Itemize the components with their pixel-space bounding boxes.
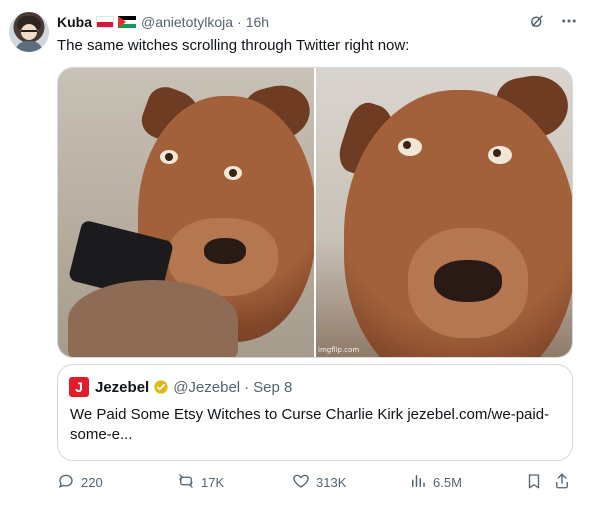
bookmark-button[interactable] — [525, 472, 543, 493]
dog-nose — [204, 238, 246, 264]
grok-icon[interactable] — [527, 11, 547, 31]
dog-eye-right — [488, 146, 512, 164]
reply-button[interactable]: 220 — [57, 472, 103, 493]
separator-dot: · — [244, 378, 250, 396]
quote-tweet[interactable]: J Jezebel @Jezebel · Sep 8 We Paid Some … — [57, 364, 573, 461]
tweet-text: The same witches scrolling through Twitt… — [57, 37, 410, 54]
reply-icon — [57, 472, 75, 493]
tweet[interactable]: Kuba @anietotylkoja · 16h The same witch… — [0, 0, 597, 516]
author-avatar[interactable] — [9, 12, 49, 52]
quote-author-name[interactable]: Jezebel — [95, 379, 149, 396]
tweet-timestamp[interactable]: 16h — [246, 14, 269, 30]
like-count: 313K — [316, 475, 347, 490]
avatar-glasses — [21, 30, 37, 34]
views-button[interactable]: 6.5M — [409, 472, 462, 493]
repost-icon — [177, 472, 195, 493]
quote-header: J Jezebel @Jezebel · Sep 8 — [69, 377, 292, 397]
hand — [68, 280, 238, 357]
repost-button[interactable]: 17K — [177, 472, 224, 493]
reply-count: 220 — [81, 475, 103, 490]
quote-timestamp[interactable]: Sep 8 — [253, 379, 292, 396]
dog-eye-left — [398, 138, 422, 156]
quote-text: We Paid Some Etsy Witches to Curse Charl… — [70, 406, 550, 443]
imgflip-watermark: imgflip.com — [318, 346, 360, 354]
flag-palestine-icon — [118, 16, 136, 28]
verified-badge-icon — [153, 379, 169, 395]
separator-dot: · — [237, 14, 242, 30]
share-button[interactable] — [553, 472, 571, 493]
media-image-2[interactable]: imgflip.com — [316, 68, 572, 357]
like-button[interactable]: 313K — [292, 472, 346, 493]
share-icon — [553, 472, 571, 493]
author-name[interactable]: Kuba — [57, 14, 92, 30]
dog-eye-right — [224, 166, 242, 180]
media-image-1[interactable] — [58, 68, 314, 357]
more-icon[interactable] — [559, 11, 579, 31]
repost-count: 17K — [201, 475, 225, 490]
jezebel-logo: J — [69, 377, 89, 397]
avatar-shirt — [15, 41, 43, 52]
dog-nose — [434, 260, 502, 302]
dog-eye-left — [160, 150, 178, 164]
tweet-actions: 220 17K 313K 6.5M — [57, 472, 573, 492]
flag-poland-icon — [96, 16, 114, 28]
quote-author-handle[interactable]: @Jezebel — [173, 379, 240, 396]
tweet-media[interactable]: imgflip.com — [57, 67, 573, 358]
author-handle[interactable]: @anietotylkoja — [141, 14, 233, 30]
tweet-header: Kuba @anietotylkoja · 16h — [57, 12, 269, 32]
bookmark-icon — [525, 472, 543, 493]
tweet-top-icons — [527, 11, 579, 31]
heart-icon — [292, 472, 310, 493]
views-count: 6.5M — [433, 475, 462, 490]
views-icon — [409, 472, 427, 493]
